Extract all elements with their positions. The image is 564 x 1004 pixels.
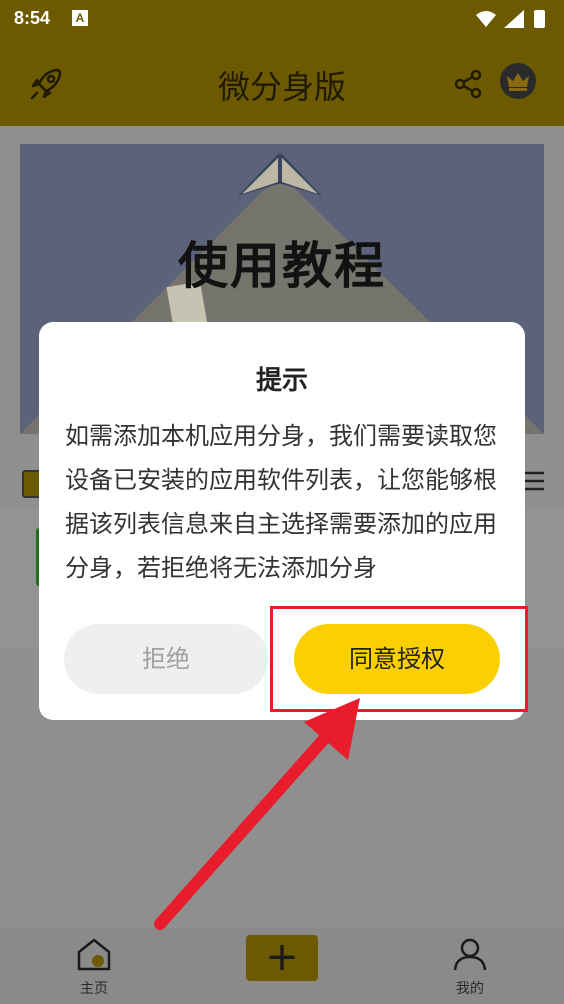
battery-icon — [534, 10, 545, 28]
home-icon — [77, 938, 111, 971]
status-time: 8:54 — [14, 8, 51, 28]
bottom-nav: 主页 + 我的 — [0, 928, 564, 1004]
dialog-title: 提示 — [255, 366, 308, 396]
signal-icon — [504, 10, 524, 28]
tab-home-label: 主页 — [80, 981, 108, 997]
status-bar: 8:54 A — [0, 0, 564, 38]
tab-home[interactable]: 主页 — [34, 928, 154, 1004]
tab-mine-label: 我的 — [456, 981, 484, 997]
add-button[interactable]: + — [246, 935, 318, 981]
crown-icon — [507, 73, 529, 91]
avatar[interactable] — [500, 63, 536, 99]
system-status-icons — [476, 10, 545, 28]
banner-title: 使用教程 — [178, 237, 386, 295]
annotation-highlight-box — [270, 606, 528, 712]
notification-badge: A — [72, 10, 88, 26]
app-bar: 微分身版 — [0, 38, 564, 126]
dialog-message: 如需添加本机应用分身，我们需要读取您设备已安装的应用软件列表，让您能够根据该列表… — [65, 422, 497, 582]
share-icon[interactable] — [452, 68, 484, 100]
tab-mine[interactable]: 我的 — [410, 928, 530, 1004]
menu-icon[interactable] — [522, 470, 546, 492]
user-icon — [453, 938, 487, 971]
refuse-button[interactable]: 拒绝 — [64, 624, 268, 694]
wifi-icon — [476, 11, 496, 27]
